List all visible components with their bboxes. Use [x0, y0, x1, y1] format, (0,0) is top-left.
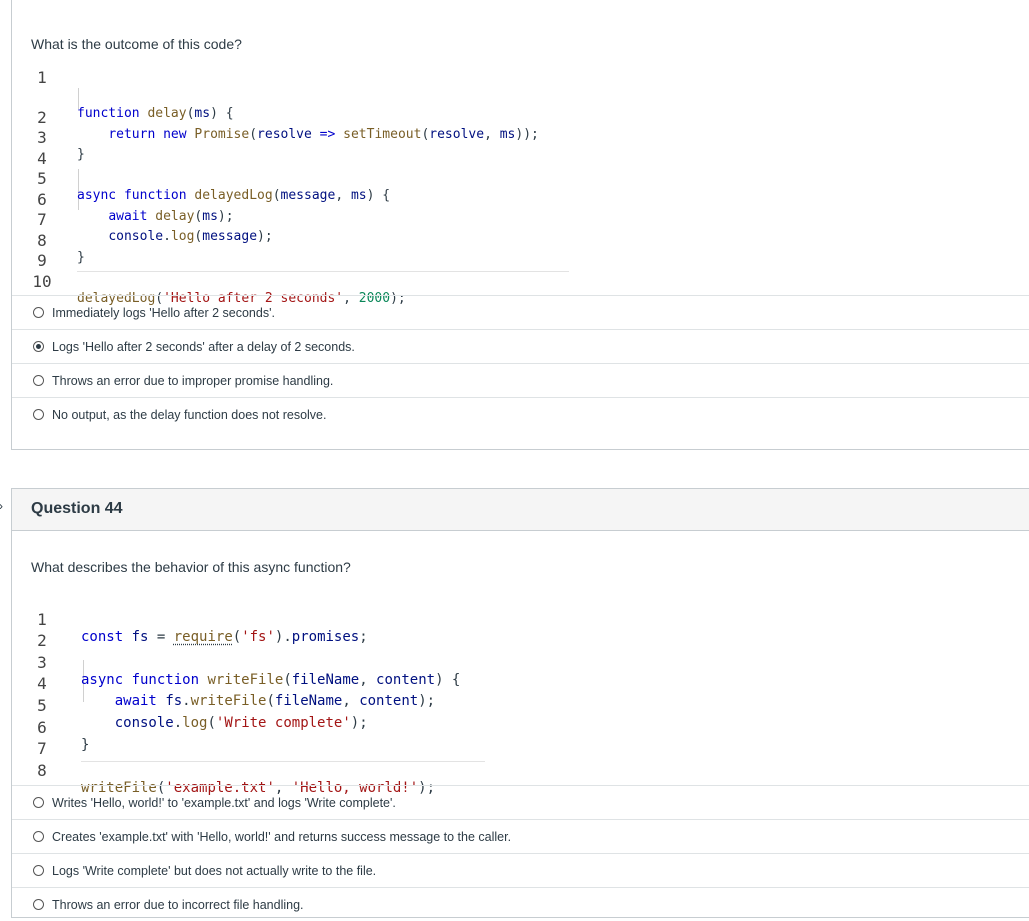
answer-option[interactable]: Throws an error due to incorrect file ha… — [12, 887, 1029, 921]
answer-option[interactable]: Writes 'Hello, world!' to 'example.txt' … — [12, 785, 1029, 819]
chevron-right-icon: › — [0, 499, 7, 513]
question-44-answers: Writes 'Hello, world!' to 'example.txt' … — [12, 785, 1029, 921]
answer-option[interactable]: Creates 'example.txt' with 'Hello, world… — [12, 819, 1029, 853]
answer-label: No output, as the delay function does no… — [52, 408, 326, 422]
question-43-answers: Immediately logs 'Hello after 2 seconds'… — [12, 295, 1029, 431]
answer-label: Writes 'Hello, world!' to 'example.txt' … — [52, 796, 396, 810]
answer-label: Immediately logs 'Hello after 2 seconds'… — [52, 306, 275, 320]
radio-button[interactable] — [33, 409, 44, 420]
radio-button[interactable] — [33, 375, 44, 386]
radio-button[interactable] — [33, 831, 44, 842]
radio-button[interactable] — [33, 797, 44, 808]
radio-button[interactable] — [33, 899, 44, 910]
answer-option-selected[interactable]: Logs 'Hello after 2 seconds' after a del… — [12, 329, 1029, 363]
answer-label: Throws an error due to improper promise … — [52, 374, 333, 388]
question-44-text: What describes the behavior of this asyn… — [31, 559, 351, 575]
question-43-panel: What is the outcome of this code? 1 func… — [11, 0, 1029, 450]
question-43-code-block: 1 function delay(ms) { 2 return new Prom… — [31, 68, 591, 273]
answer-label: Logs 'Hello after 2 seconds' after a del… — [52, 340, 355, 354]
question-title: Question 44 — [12, 489, 1029, 531]
answer-option[interactable]: No output, as the delay function does no… — [12, 397, 1029, 431]
answer-option[interactable]: Throws an error due to improper promise … — [12, 363, 1029, 397]
answer-label: Logs 'Write complete' but does not actua… — [52, 864, 376, 878]
answer-option[interactable]: Logs 'Write complete' but does not actua… — [12, 853, 1029, 887]
question-44-panel: Question 44 What describes the behavior … — [11, 488, 1029, 918]
answer-label: Throws an error due to incorrect file ha… — [52, 898, 304, 912]
radio-button[interactable] — [33, 307, 44, 318]
question-43-text: What is the outcome of this code? — [31, 36, 242, 52]
answer-option[interactable]: Immediately logs 'Hello after 2 seconds'… — [12, 295, 1029, 329]
radio-button-checked[interactable] — [33, 341, 44, 352]
answer-label: Creates 'example.txt' with 'Hello, world… — [52, 830, 511, 844]
radio-button[interactable] — [33, 865, 44, 876]
question-44-code-block: 1 const fs = require('fs').promises; 2 3… — [31, 591, 591, 763]
